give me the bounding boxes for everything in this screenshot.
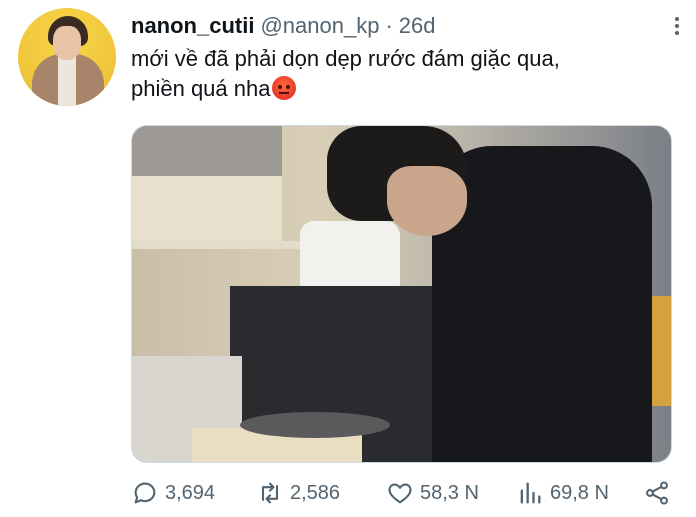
views-count: 69,8 N [550,481,609,504]
retweet-icon [261,482,279,504]
tweet-text-line-2: phiền quá nha [131,74,671,104]
tweet-text: mới về đã phải dọn dẹp rước đám giặc qua… [131,44,671,104]
like-count: 58,3 N [420,481,479,504]
reply-button[interactable]: 3,694 [131,477,215,509]
share-icon [646,481,668,505]
tweet-media-photo[interactable] [131,125,672,463]
reply-count: 3,694 [165,481,216,504]
tweet-timestamp[interactable]: 26d [399,12,436,40]
more-options-icon[interactable] [668,14,686,38]
tweet-text-line-2-content: phiền quá nha [131,76,271,101]
share-button[interactable] [643,477,677,509]
author-display-name[interactable]: nanon_cutii [131,12,254,40]
avatar[interactable] [18,8,116,106]
avatar-shirt [58,56,76,106]
like-button[interactable]: 58,3 N [386,477,479,509]
header-separator: · [385,13,393,38]
angry-face-icon [272,76,297,100]
views-chart-icon [520,482,541,504]
tweet-text-line-1: mới về đã phải dọn dẹp rước đám giặc qua… [131,46,560,71]
tweet-header: nanon_cutii @nanon_kp · 26d [131,12,435,40]
views-button[interactable]: 69,8 N [516,477,609,509]
heart-icon [388,483,412,504]
author-handle[interactable]: @nanon_kp [260,12,379,40]
tweet-actions: 3,694 2,586 58,3 N 69,8 N [131,477,672,509]
reply-icon [134,482,156,504]
retweet-count: 2,586 [290,481,341,504]
retweet-button[interactable]: 2,586 [256,477,340,509]
avatar-face [53,26,81,60]
